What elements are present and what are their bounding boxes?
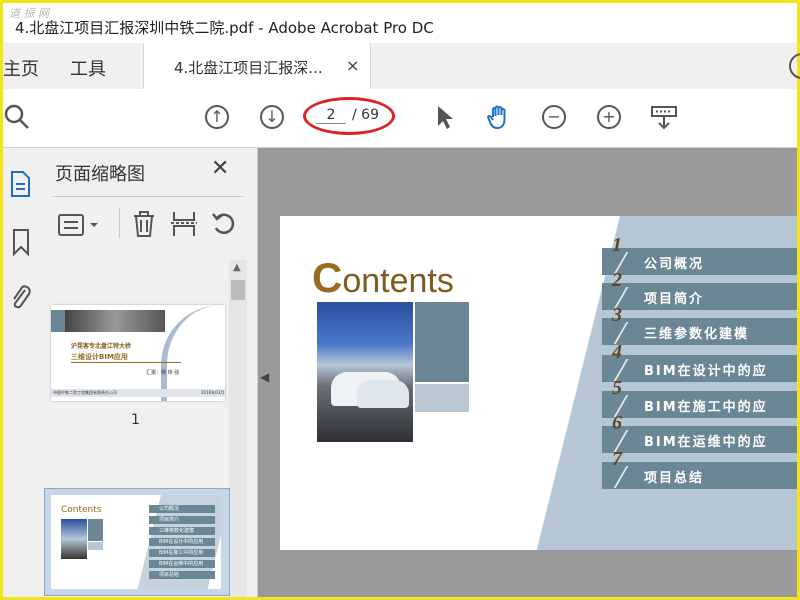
toc-item-number: 6: [612, 412, 622, 434]
thumb2-title: Contents: [61, 505, 102, 515]
toc-item: 1 公司概况: [602, 234, 797, 275]
train-station-photo: [317, 302, 413, 442]
thumb2-block: [88, 519, 103, 541]
thumbnail-page-1[interactable]: 沪昆客专北盘江特大桥 三维设计BIM应用 汇报：杨 炜 强 中国中铁二院工程集团…: [51, 305, 225, 401]
panel-divider: [53, 196, 243, 197]
toc-item: 2 项目简介: [602, 269, 797, 310]
thumb2-item: 三维参数化建模: [149, 527, 215, 535]
tab-close-icon[interactable]: ×: [346, 56, 359, 75]
window-title: 4.北盘江项目汇报深圳中铁二院.pdf - Adobe Acrobat Pro …: [15, 19, 434, 37]
thumb2-item: BIM在运维中的应用: [149, 560, 215, 568]
zoom-in-icon[interactable]: +: [595, 103, 623, 131]
thumbnail-tools: [53, 206, 243, 242]
title-bar: 道 振 网 4.北盘江项目汇报深圳中铁二院.pdf - Adobe Acroba…: [3, 3, 797, 43]
toc-item-number: 5: [612, 377, 622, 399]
thumb2-item: 项目总结: [149, 571, 215, 579]
prev-page-icon[interactable]: ↑: [203, 103, 231, 131]
thumb2-item: 公司概况: [149, 505, 215, 513]
navigation-rail: [3, 148, 40, 597]
toc-item-text: BIM在运维中的应: [644, 435, 768, 450]
thumb1-date: 2016年03月: [201, 390, 225, 395]
thumb1-line1: 沪昆客专北盘江特大桥: [71, 343, 132, 350]
thumb1-reporter: 汇报：杨 炜 强: [146, 370, 180, 376]
toc-item-text: 项目简介: [644, 292, 705, 307]
toc-item-number: 2: [612, 269, 622, 291]
select-arrow-icon[interactable]: [430, 103, 458, 131]
toc-item: 6 BIM在运维中的应: [602, 412, 797, 453]
thumb2-block-light: [88, 542, 103, 550]
toc-item: 7 项目总结: [602, 448, 797, 489]
collapse-panel-icon[interactable]: ◀: [260, 370, 269, 384]
help-icon[interactable]: [789, 53, 800, 79]
keyboard-icon[interactable]: [650, 103, 678, 131]
toc-item-number: 3: [612, 304, 622, 326]
contents-title: Contents: [312, 254, 454, 302]
delete-icon[interactable]: [131, 210, 157, 242]
thumb1-line2: 三维设计BIM应用: [71, 353, 128, 361]
thumb2-photo: [61, 519, 87, 559]
thumb-cover-swoosh: [161, 305, 225, 401]
contents-initial: C: [312, 254, 343, 301]
page-indicator-highlight: [303, 97, 395, 135]
tools-divider: [119, 208, 120, 238]
tab-home[interactable]: 主页: [3, 55, 39, 81]
thumbnail-page-2: Contents 公司概况项目简介三维参数化建模 BIM在设计中的应用 BIM在施工…: [51, 495, 221, 589]
hand-tool-icon[interactable]: [485, 103, 513, 131]
document-view[interactable]: ◀ Contents 1 公司概况 2 项目简介 3 三维参数化建模 4 BIM在设计中的应 5…: [258, 148, 797, 597]
next-page-icon[interactable]: ↓: [258, 103, 286, 131]
tab-document[interactable]: 4.北盘江项目汇报深... ×: [143, 43, 371, 89]
tab-bar: 主页 工具 4.北盘江项目汇报深... ×: [3, 43, 800, 90]
thumb-cover-block: [51, 310, 65, 332]
toc-item: 4 BIM在设计中的应: [602, 341, 797, 382]
page-thumbnails-icon[interactable]: [9, 170, 31, 202]
thumb2-item: BIM在施工中的应用: [149, 549, 215, 557]
scroll-up-arrow-icon[interactable]: ▲: [233, 262, 241, 273]
toc-item-text: 项目总结: [644, 471, 705, 486]
decor-block-light: [415, 384, 469, 412]
toc-item-text: 公司概况: [644, 257, 705, 272]
toc-item: 3 三维参数化建模: [602, 304, 797, 345]
zoom-out-icon[interactable]: −: [540, 103, 568, 131]
pdf-page-2: Contents 1 公司概况 2 项目简介 3 三维参数化建模 4 BIM在设计中的应 5 BI…: [280, 216, 797, 550]
scrollbar-thumb[interactable]: [231, 280, 245, 300]
search-icon[interactable]: [3, 103, 31, 131]
tab-tools[interactable]: 工具: [70, 55, 106, 81]
panel-title: 页面缩略图: [55, 164, 145, 185]
bookmark-icon[interactable]: [11, 228, 31, 260]
toolbar: ↑ ↓ 2 / 69 − +: [3, 89, 797, 148]
toc-item-number: 1: [612, 234, 622, 256]
toc-item-number: 4: [612, 341, 622, 363]
thumbnail-scrollbar[interactable]: ▲: [229, 260, 247, 597]
attachment-icon[interactable]: [9, 282, 31, 314]
toc-item-text: BIM在设计中的应: [644, 364, 768, 379]
rotate-icon[interactable]: [211, 210, 237, 242]
toc-item-number: 7: [612, 448, 622, 470]
page-thumbnails-panel: 页面缩略图 ✕ ▲ 沪昆客专北盘江特大桥 三维设计BIM应用 汇报：杨 炜 强 …: [39, 148, 258, 597]
options-menu-icon[interactable]: [57, 212, 101, 242]
thumb-cover-photo: [65, 310, 165, 332]
toc-item-text: BIM在施工中的应: [644, 400, 768, 415]
thumb1-org: 中国中铁二院工程集团有限责任公司: [53, 390, 117, 395]
extract-pages-icon[interactable]: [171, 210, 197, 242]
thumbnail-page-2-selected[interactable]: Contents 公司概况项目简介三维参数化建模 BIM在设计中的应用 BIM在施工…: [44, 488, 230, 596]
decor-block-dark: [415, 302, 469, 382]
toc-item: 5 BIM在施工中的应: [602, 377, 797, 418]
panel-close-icon[interactable]: ✕: [211, 156, 229, 181]
thumb2-item: BIM在设计中的应用: [149, 538, 215, 546]
thumbnail-page-1-label: 1: [131, 412, 140, 428]
contents-rest: ontents: [342, 262, 454, 300]
thumb1-rule: [71, 362, 181, 363]
thumb2-item: 项目简介: [149, 516, 215, 524]
train-shape-2: [357, 380, 409, 408]
tab-document-label: 4.北盘江项目汇报深...: [174, 59, 323, 77]
toc-item-text: 三维参数化建模: [644, 327, 750, 342]
